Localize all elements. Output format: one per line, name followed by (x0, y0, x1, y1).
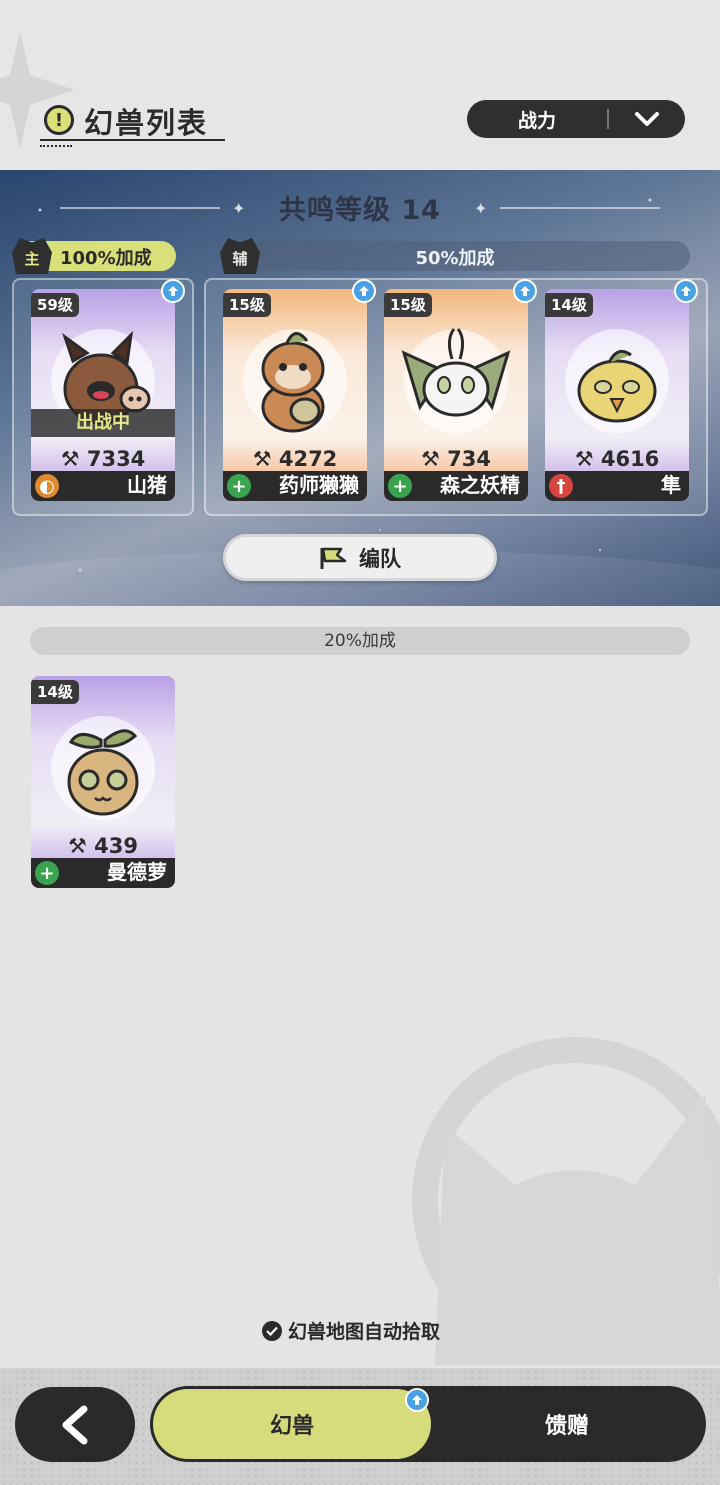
card-footer: † 隼 (545, 471, 689, 501)
tank-icon: ◐ (35, 474, 59, 498)
resonance-line-right (500, 207, 660, 209)
info-icon[interactable]: ! (44, 105, 74, 135)
upgrade-arrow-icon[interactable] (674, 279, 698, 303)
beast-card-main[interactable]: 59级 出战中 ⚒ 7334 ◐ 山猪 (31, 289, 175, 501)
otter-portrait-icon (243, 329, 347, 433)
title-underline (40, 139, 225, 141)
beast-card-sub[interactable]: 14级 ⚒ 4616 † 隼 (545, 289, 689, 501)
beast-card-sub[interactable]: 15级 ⚒ 734 + 森之妖精 (384, 289, 528, 501)
beast-card-reserve[interactable]: 14级 ⚒ 439 + 曼德萝 (31, 676, 175, 888)
title-dots (40, 145, 72, 147)
sub-bonus-label: 50%加成 (415, 248, 495, 269)
card-name: 曼德萝 (107, 860, 167, 884)
header (0, 0, 720, 170)
main-bonus-label: 100%加成 (60, 248, 152, 269)
card-power-value: 4272 (278, 447, 338, 471)
sort-label: 战力 (517, 109, 556, 132)
card-power-value: 734 (447, 447, 491, 471)
card-footer: + 森之妖精 (384, 471, 528, 501)
heal-icon: + (227, 474, 251, 498)
card-footer: ◐ 山猪 (31, 471, 175, 501)
sort-dropdown[interactable]: 战力 (467, 100, 685, 138)
card-name: 药师獭獭 (279, 473, 359, 497)
reserve-bonus-bar: 20%加成 (30, 627, 690, 655)
upgrade-arrow-icon[interactable] (161, 279, 185, 303)
back-arrow-icon (62, 1405, 88, 1444)
heal-icon: + (35, 861, 59, 885)
tab-beasts[interactable]: 幻兽 (153, 1389, 431, 1459)
formation-button[interactable]: 编队 (223, 534, 497, 581)
flag-icon (320, 547, 347, 569)
attack-icon: † (549, 474, 573, 498)
mandrake-portrait-icon (51, 716, 155, 820)
card-level: 14级 (545, 293, 593, 317)
card-name: 森之妖精 (440, 473, 520, 497)
page-title: 幻兽列表 (84, 106, 209, 140)
card-power: ⚒ 4272 (252, 447, 338, 471)
card-level: 15级 (384, 293, 432, 317)
card-power-value: 7334 (86, 447, 146, 471)
card-power: ⚒ 4616 (574, 447, 660, 471)
chevron-down-icon (609, 111, 685, 127)
forest-fairy-portrait-icon (401, 328, 511, 433)
in-battle-status: 出战中 (31, 409, 175, 437)
sparkle-icon: ✦ (474, 199, 488, 218)
card-power: ⚒ 734 (421, 447, 491, 471)
card-name: 山猪 (127, 473, 167, 497)
card-footer: + 药师獭獭 (223, 471, 367, 501)
formation-label: 编队 (359, 546, 401, 571)
sub-badge: 辅 (220, 238, 260, 274)
auto-pickup-label: 幻兽地图自动拾取 (288, 1321, 441, 1343)
falcon-portrait-icon (565, 329, 669, 433)
auto-pickup-toggle[interactable]: 幻兽地图自动拾取 (262, 1317, 440, 1344)
card-level: 59级 (31, 293, 79, 317)
card-footer: + 曼德萝 (31, 858, 175, 888)
beast-card-sub[interactable]: 15级 ⚒ 4272 + 药师獭獭 (223, 289, 367, 501)
card-power-value: 439 (94, 834, 138, 858)
checkmark-icon (262, 1320, 282, 1341)
cat-watermark-icon (412, 1037, 720, 1365)
back-button[interactable] (15, 1387, 135, 1462)
card-name: 隼 (661, 473, 681, 497)
heal-icon: + (388, 474, 412, 498)
tab-beasts-label: 幻兽 (269, 1414, 314, 1439)
card-level: 15级 (223, 293, 271, 317)
tab-gift[interactable]: 馈赠 (431, 1389, 703, 1459)
upgrade-arrow-icon[interactable] (513, 279, 537, 303)
upgrade-arrow-icon (405, 1388, 429, 1412)
card-level: 14级 (31, 680, 79, 704)
card-power: ⚒ 439 (68, 834, 138, 858)
card-power: ⚒ 7334 (60, 447, 146, 471)
card-power-value: 4616 (600, 447, 660, 471)
tab-gift-label: 馈赠 (544, 1414, 589, 1439)
main-badge: 主 (12, 238, 52, 274)
upgrade-arrow-icon[interactable] (352, 279, 376, 303)
